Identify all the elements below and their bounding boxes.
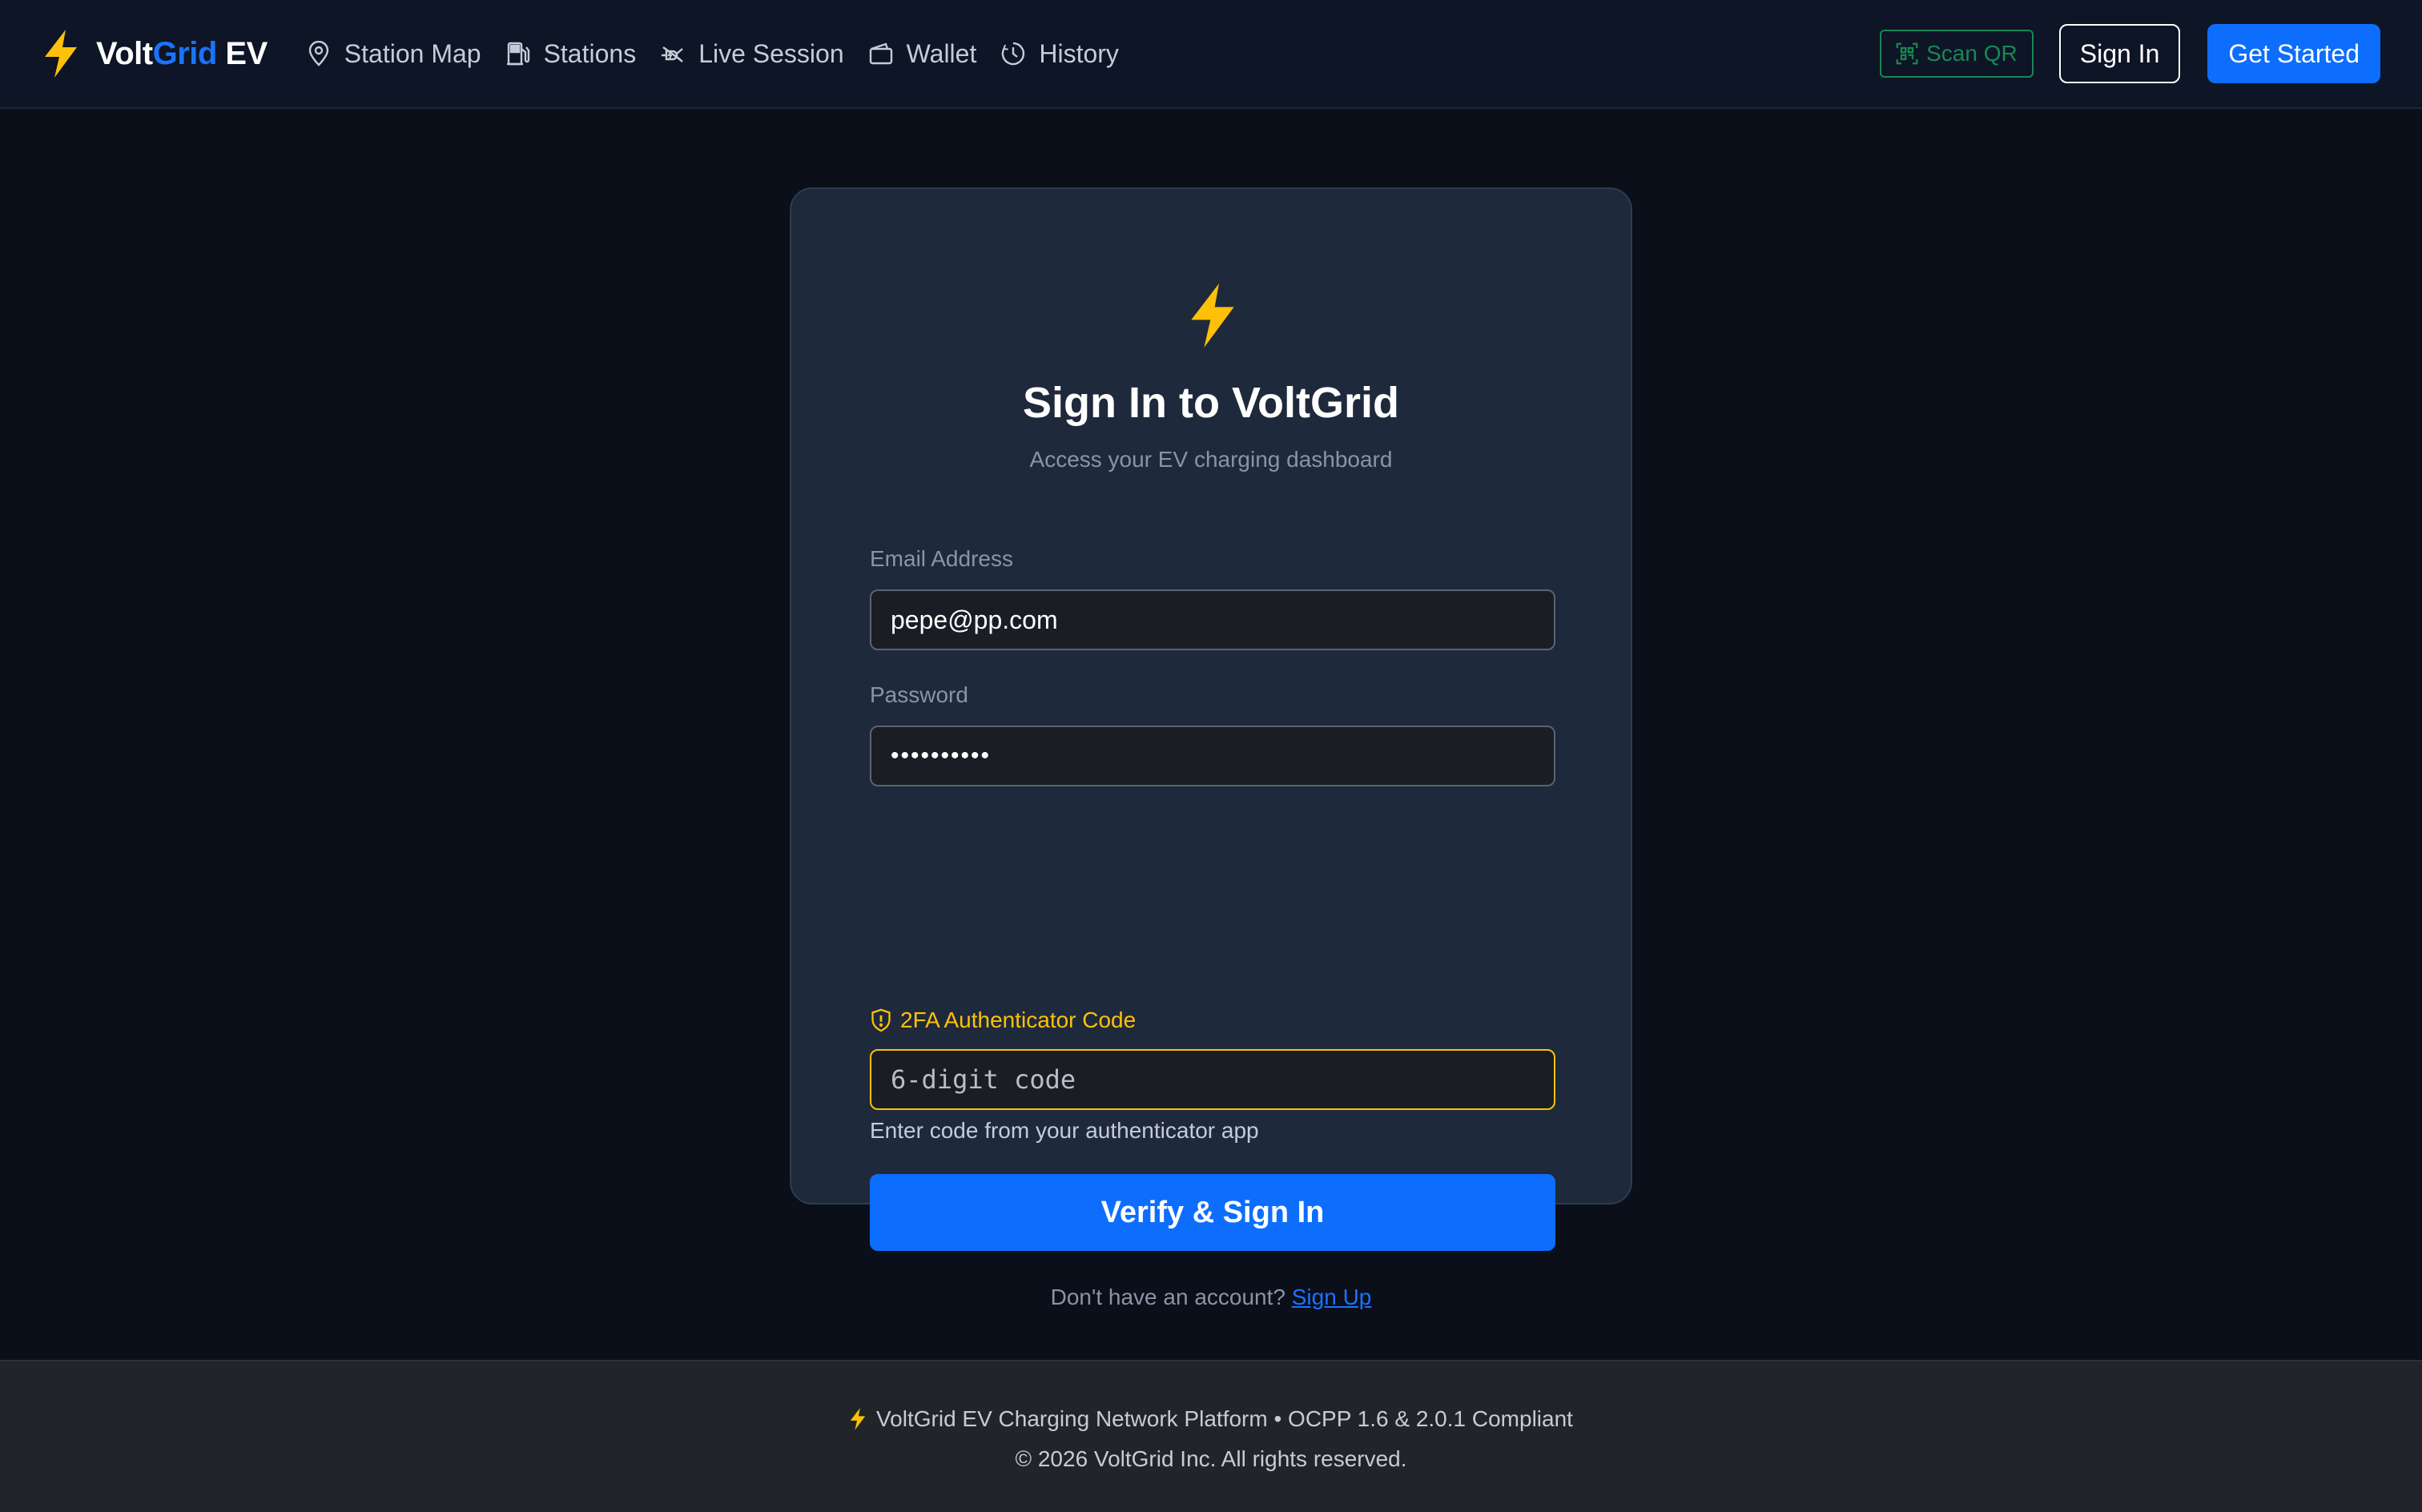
map-pin-icon xyxy=(308,41,328,66)
password-label: Password xyxy=(870,682,968,707)
nav-item-station-map[interactable]: Station Map xyxy=(306,39,481,69)
clock-icon xyxy=(1002,42,1025,66)
nav-item-wallet[interactable]: Wallet xyxy=(868,38,977,69)
fuel-pump-icon xyxy=(506,42,529,66)
lightning-bolt-icon xyxy=(45,30,77,78)
password-field[interactable] xyxy=(870,726,1555,786)
wallet-icon xyxy=(869,42,892,65)
page-footer: VoltGrid EV Charging Network Platform • … xyxy=(0,1360,2422,1512)
brand-name: VoltGrid EV xyxy=(96,35,268,71)
sign-up-link[interactable]: Sign Up xyxy=(1292,1285,1372,1309)
nav-item-live-session[interactable]: Live Session xyxy=(660,38,844,69)
lightning-bolt-icon xyxy=(850,1408,866,1430)
nav-item-history[interactable]: History xyxy=(1000,39,1119,69)
footer-platform-line: VoltGrid EV Charging Network Platform • … xyxy=(0,1406,2422,1432)
signup-prompt-text: Don't have an account? xyxy=(1050,1285,1285,1309)
nav-actions: Scan QR Sign In Get Started xyxy=(1880,24,2380,83)
twofa-hint: Enter code from your authenticator app xyxy=(870,1118,1259,1143)
nav-item-stations[interactable]: Stations xyxy=(505,38,637,69)
nav-links: Station Map Stations Live Session Wallet… xyxy=(306,39,1143,69)
nav-item-label: Station Map xyxy=(344,38,481,68)
email-field[interactable] xyxy=(870,589,1555,650)
twofa-label: 2FA Authenticator Code xyxy=(870,1007,1136,1033)
email-label: Email Address xyxy=(870,546,1013,571)
top-navbar: VoltGrid EV Station Map Stations Live Se… xyxy=(0,0,2422,109)
twofa-code-input[interactable] xyxy=(870,1049,1555,1110)
card-subtitle: Access your EV charging dashboard xyxy=(1029,447,1393,472)
scan-qr-button[interactable]: Scan QR xyxy=(1880,30,2034,78)
signup-prompt: Don't have an account? Sign Up xyxy=(791,1285,1631,1310)
nav-item-label: History xyxy=(1039,38,1119,68)
lightning-bolt-icon xyxy=(1191,284,1234,348)
shield-icon xyxy=(871,1008,891,1032)
nav-sign-in-button[interactable]: Sign In xyxy=(2058,24,2181,83)
twofa-label-text: 2FA Authenticator Code xyxy=(900,1007,1137,1032)
footer-platform-text: VoltGrid EV Charging Network Platform • … xyxy=(876,1406,1573,1431)
nav-item-label: Wallet xyxy=(906,38,977,68)
get-started-button[interactable]: Get Started xyxy=(2207,24,2380,83)
qr-code-icon xyxy=(1896,42,1918,65)
sign-in-card: Sign In to VoltGrid Access your EV charg… xyxy=(790,187,1632,1309)
nav-item-label: Stations xyxy=(543,38,637,68)
scan-qr-label: Scan QR xyxy=(1926,41,2018,66)
verify-sign-in-button[interactable]: Verify & Sign In xyxy=(870,1174,1555,1251)
brand-logo[interactable]: VoltGrid EV xyxy=(42,30,268,78)
nav-item-label: Live Session xyxy=(698,38,844,68)
footer-copyright: © 2026 VoltGrid Inc. All rights reserved… xyxy=(1015,1446,1407,1471)
card-title: Sign In to VoltGrid xyxy=(1023,379,1399,427)
ev-plug-icon xyxy=(662,46,683,62)
